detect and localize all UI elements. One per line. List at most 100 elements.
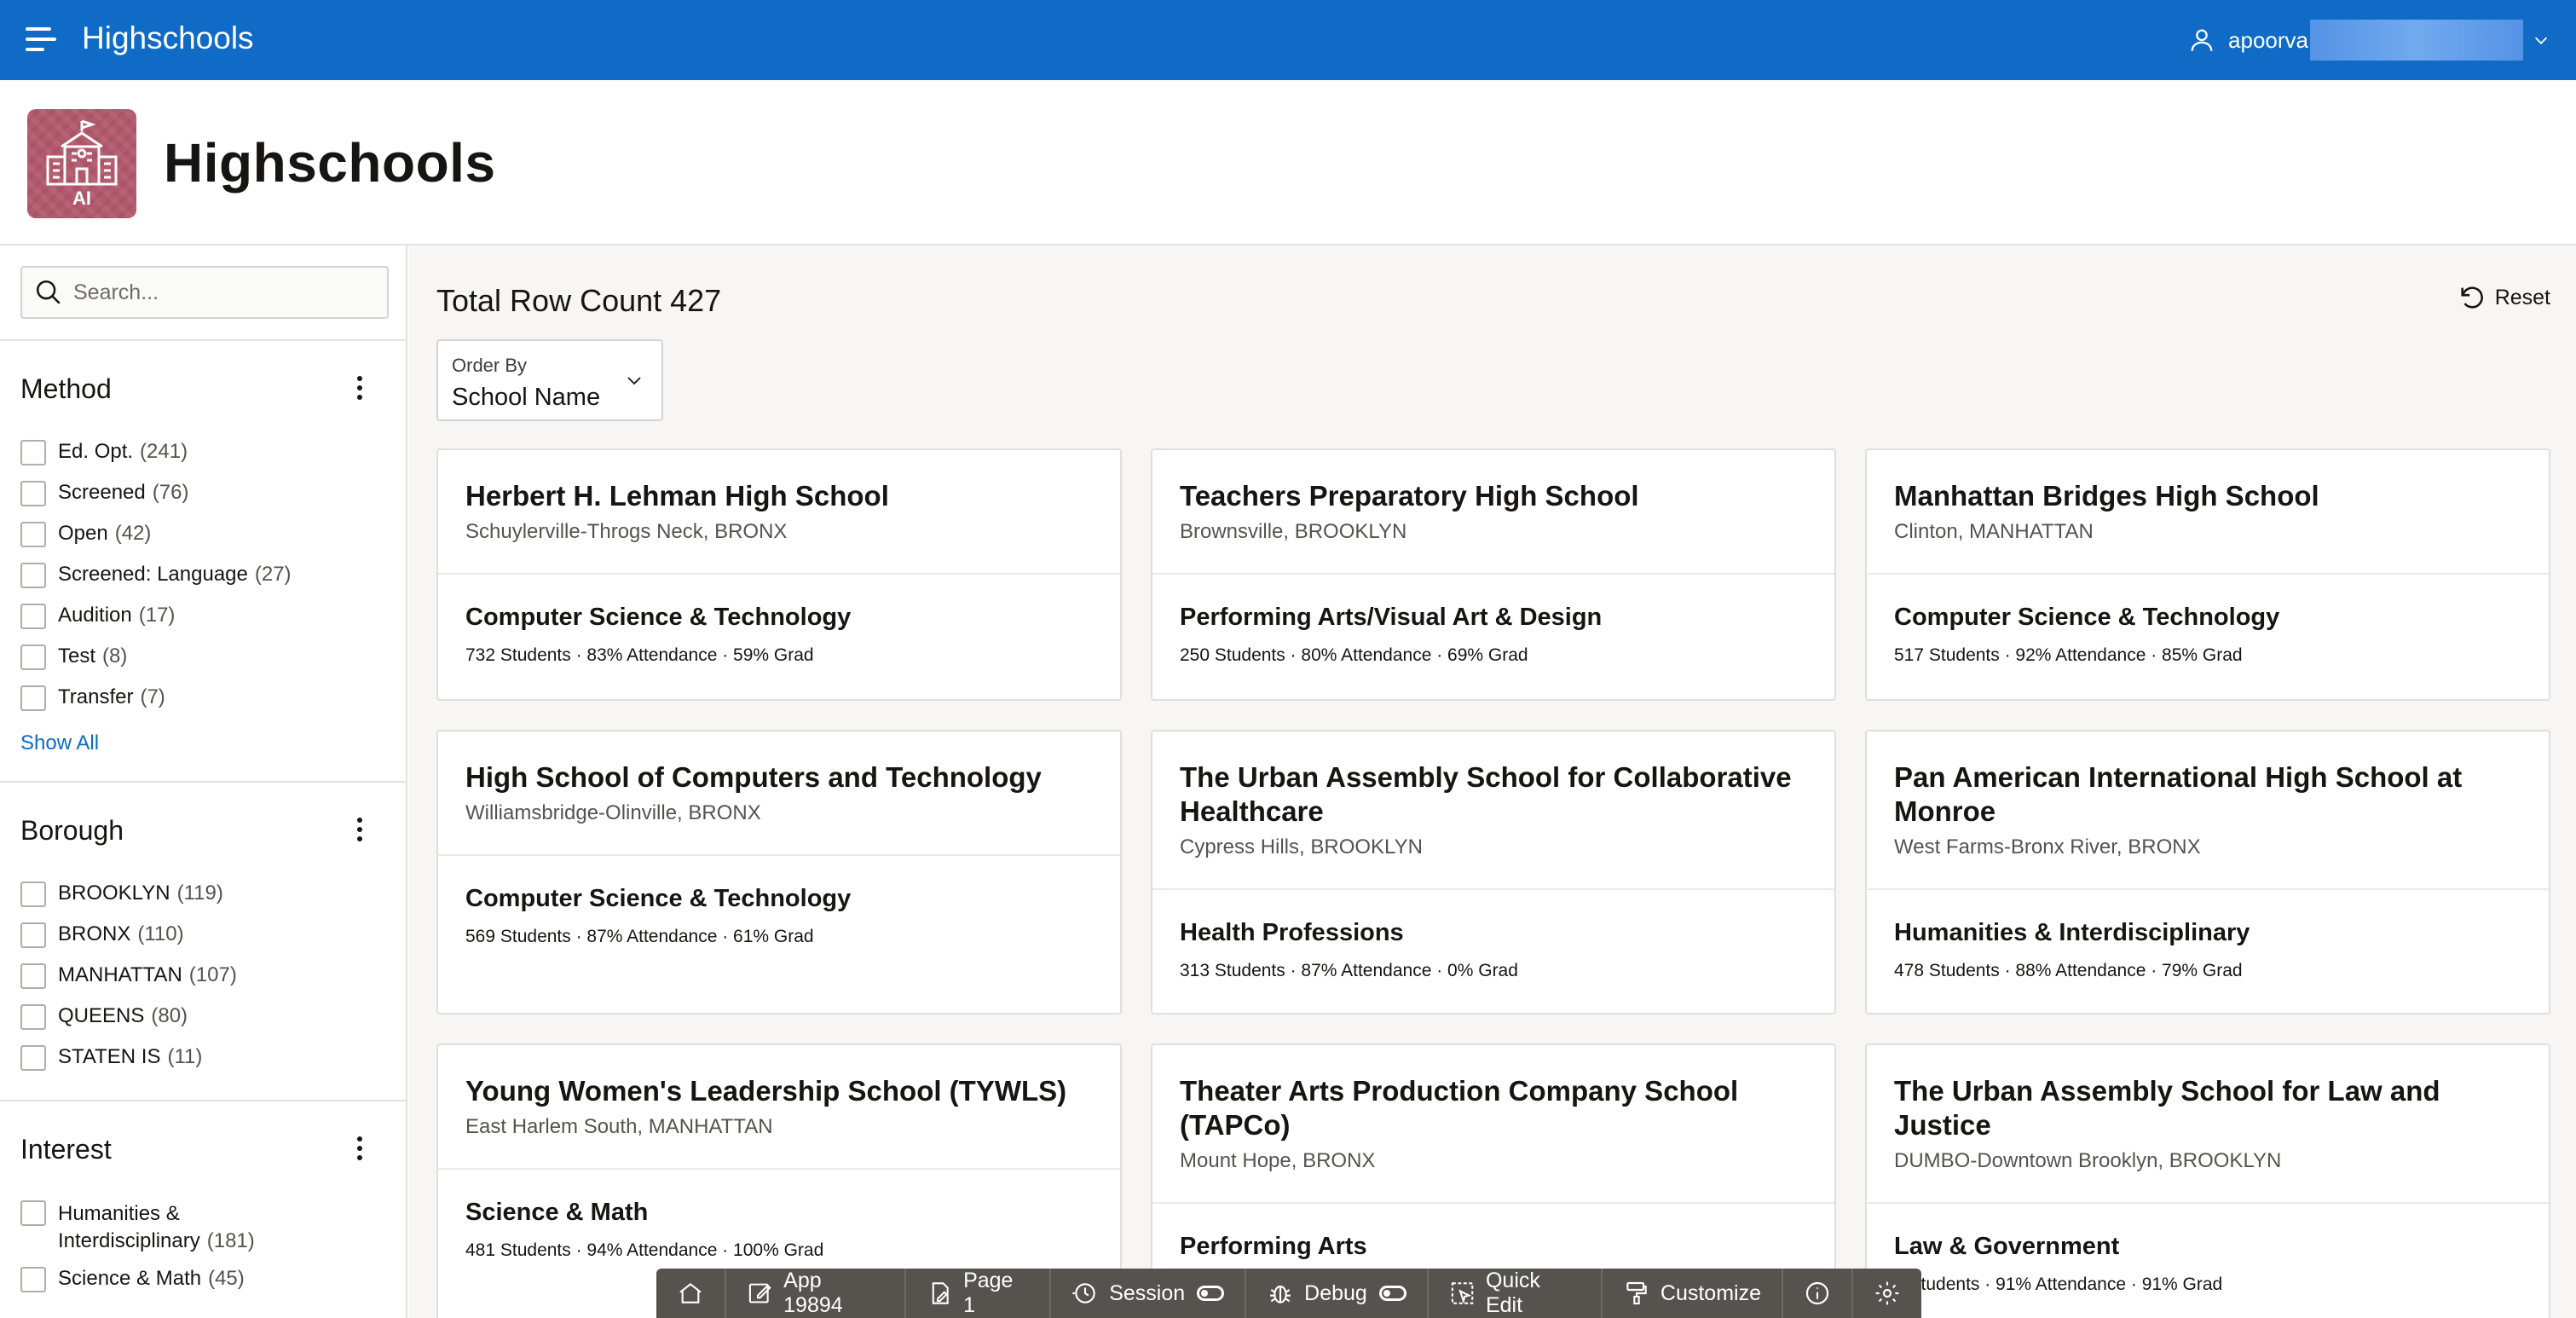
school-card[interactable]: Pan American International High School a…	[1865, 730, 2550, 1015]
quick-edit-button[interactable]: Quick Edit	[1429, 1269, 1603, 1318]
school-card[interactable]: Teachers Preparatory High School Brownsvi…	[1151, 448, 1836, 701]
option-count: (45)	[208, 1267, 245, 1290]
facet-option[interactable]: Screened (76)	[20, 481, 188, 506]
school-location: Williamsbridge-Olinville, BRONX	[465, 801, 761, 824]
school-card[interactable]: The Urban Assembly School for Law and Ju…	[1865, 1043, 2550, 1318]
search-input[interactable]	[73, 280, 380, 305]
option-label: QUEENS	[58, 1004, 145, 1027]
facet-option[interactable]: Screened: Language (27)	[20, 563, 292, 588]
school-name: Pan American International High School a…	[1894, 761, 2463, 827]
settings-button[interactable]	[1853, 1269, 1921, 1318]
app-label: App 19894	[783, 1269, 843, 1317]
option-label: MANHATTAN	[58, 963, 182, 986]
customize-label: Customize	[1660, 1280, 1761, 1305]
facet-title-method: Method	[20, 373, 112, 404]
facet-option[interactable]: Science & Math (45)	[20, 1267, 245, 1292]
hamburger-menu-icon[interactable]	[26, 27, 56, 53]
debug-button[interactable]: Debug	[1246, 1269, 1429, 1318]
checkbox[interactable]	[20, 685, 46, 711]
customize-button[interactable]: Customize	[1603, 1269, 1783, 1318]
option-count: (27)	[254, 563, 292, 586]
option-label: Science & Math	[58, 1267, 202, 1290]
checkbox[interactable]	[20, 1267, 46, 1292]
quick-edit-label: Quick Edit	[1485, 1269, 1540, 1317]
checkbox[interactable]	[20, 922, 46, 948]
user-name: apoorva	[2228, 26, 2308, 53]
option-count: (241)	[140, 440, 188, 463]
option-label: BRONX	[58, 922, 131, 945]
school-card[interactable]: The Urban Assembly School for Collaborat…	[1151, 730, 1836, 1015]
checkbox[interactable]	[20, 563, 46, 588]
more-options-icon[interactable]	[351, 815, 368, 846]
checkbox[interactable]	[20, 645, 46, 670]
user-icon	[2191, 29, 2213, 51]
app-title[interactable]: Highschools	[82, 20, 254, 56]
checkbox[interactable]	[20, 1045, 46, 1071]
facet-option[interactable]: QUEENS (80)	[20, 1004, 188, 1030]
session-toggle[interactable]	[1197, 1286, 1225, 1301]
info-button[interactable]	[1783, 1269, 1853, 1318]
facet-option[interactable]: STATEN IS (11)	[20, 1045, 202, 1071]
school-stats: 478 Students · 88% Attendance · 79% Grad	[1894, 961, 2243, 980]
option-label: Audition	[58, 604, 132, 627]
divider	[0, 781, 406, 783]
facet-option[interactable]: Transfer (7)	[20, 685, 165, 711]
facet-title-borough: Borough	[20, 815, 124, 846]
school-name: Young Women's Leadership School (TYWLS)	[465, 1075, 1067, 1107]
option-label: Open	[58, 522, 108, 545]
facet-option[interactable]: Open (42)	[20, 522, 151, 547]
quick-edit-icon	[1451, 1282, 1474, 1304]
school-card[interactable]: High School of Computers and Technology W…	[436, 730, 1122, 1015]
school-interest: Humanities & Interdisciplinary	[1894, 919, 2250, 946]
option-count: (17)	[138, 604, 176, 627]
order-by-label: Order By	[452, 355, 528, 376]
checkbox[interactable]	[20, 604, 46, 629]
page-button[interactable]: Page 1	[906, 1269, 1052, 1318]
more-options-icon[interactable]	[351, 373, 368, 404]
checkbox[interactable]	[20, 1200, 46, 1226]
school-location: Schuylerville-Throgs Neck, BRONX	[465, 520, 788, 543]
page-icon	[932, 1282, 949, 1304]
more-options-icon[interactable]	[351, 1134, 368, 1165]
home-button[interactable]	[656, 1269, 726, 1318]
facet-option[interactable]: Audition (17)	[20, 604, 175, 629]
option-label: STATEN IS	[58, 1045, 161, 1068]
facet-option[interactable]: BROOKLYN (119)	[20, 882, 223, 907]
school-name: The Urban Assembly School for Collaborat…	[1180, 761, 1792, 827]
facet-option[interactable]: Humanities & Interdisciplinary (181)	[20, 1200, 361, 1255]
option-count: (76)	[152, 481, 189, 504]
school-name: Teachers Preparatory High School	[1180, 480, 1639, 512]
facet-option[interactable]: MANHATTAN (107)	[20, 963, 237, 989]
checkbox[interactable]	[20, 963, 46, 989]
debug-toggle[interactable]	[1378, 1286, 1406, 1301]
order-by-value: School Name	[452, 384, 601, 411]
facet-option[interactable]: Test (8)	[20, 645, 127, 670]
school-stats: 569 Students · 87% Attendance · 61% Grad	[465, 927, 814, 946]
results-region: Total Row Count 427 Reset Order By Schoo…	[409, 246, 2576, 1318]
school-location: Mount Hope, BRONX	[1180, 1149, 1376, 1172]
user-menu[interactable]: apoorva	[2187, 19, 2550, 61]
total-row-count: Total Row Count 427	[436, 283, 722, 318]
facet-option[interactable]: Ed. Opt. (241)	[20, 440, 188, 465]
order-by-select[interactable]: Order By School Name	[436, 339, 663, 421]
developer-toolbar: App 19894 Page 1 Session Debug Quick Edi…	[656, 1269, 1921, 1318]
option-label-wrap: Humanities & Interdisciplinary (181)	[58, 1200, 361, 1255]
option-count: (119)	[176, 882, 223, 905]
checkbox[interactable]	[20, 522, 46, 547]
session-button[interactable]: Session	[1051, 1269, 1247, 1318]
undo-icon	[2461, 286, 2483, 309]
facet-option[interactable]: BRONX (110)	[20, 922, 184, 948]
checkbox[interactable]	[20, 882, 46, 907]
school-card[interactable]: Herbert H. Lehman High School Schuylervil…	[436, 448, 1122, 701]
show-all-link[interactable]: Show All	[20, 731, 99, 755]
reset-button[interactable]: Reset	[2458, 283, 2550, 312]
checkbox[interactable]	[20, 481, 46, 506]
option-count: (107)	[188, 963, 237, 986]
bug-icon	[1270, 1285, 1291, 1304]
search-field[interactable]	[20, 266, 389, 319]
option-count: (80)	[151, 1004, 188, 1027]
checkbox[interactable]	[20, 440, 46, 465]
app-button[interactable]: App 19894	[726, 1269, 906, 1318]
school-card[interactable]: Manhattan Bridges High School Clinton, MA…	[1865, 448, 2550, 701]
checkbox[interactable]	[20, 1004, 46, 1030]
